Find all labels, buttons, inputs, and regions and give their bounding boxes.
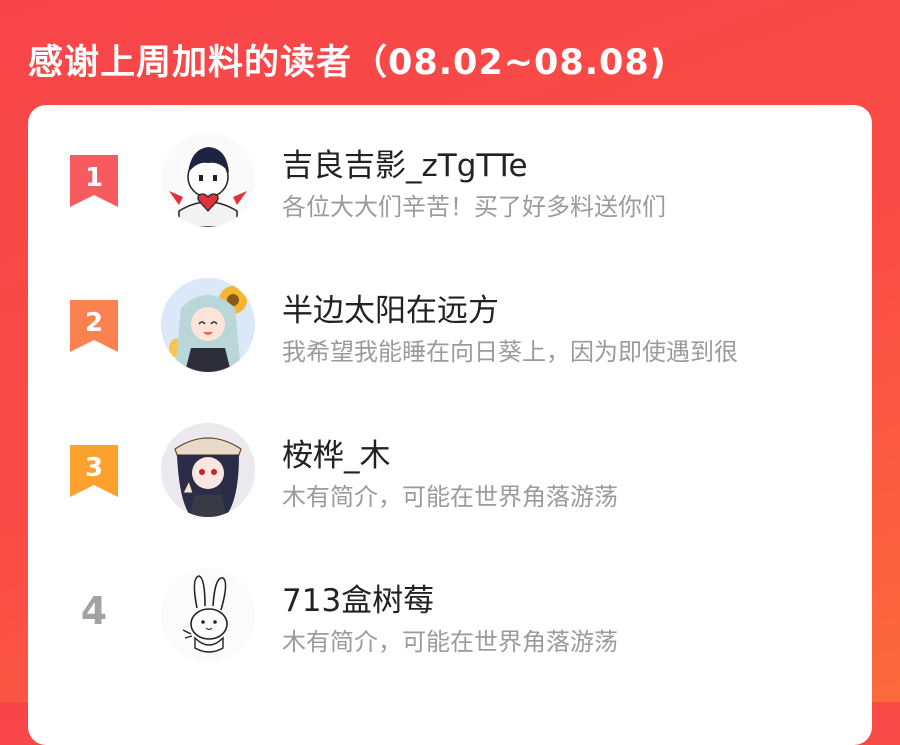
reader-description: 各位大大们辛苦！买了好多料送你们 [282, 193, 666, 221]
list-item[interactable]: 1 吉良吉影_zTgTTe 各位大大们辛苦！买了好多料送你们 [28, 105, 872, 227]
reader-name[interactable]: 713盒树莓 [282, 575, 434, 620]
reader-name[interactable]: 半边太阳在远方 [282, 285, 499, 330]
header-title: 感谢上周加料的读者（08.02~08.08) [28, 43, 667, 83]
avatar[interactable] [161, 568, 255, 662]
reader-description: 木有简介，可能在世界角落游荡 [282, 628, 618, 656]
avatar[interactable] [161, 278, 255, 372]
avatar[interactable] [161, 133, 255, 227]
avatar[interactable] [161, 423, 255, 517]
reader-description: 我希望我能睡在向日葵上，因为即使遇到很 [282, 338, 738, 366]
list-item[interactable]: 3 桉桦_木 木有简介，可能在世界角落游荡 [28, 395, 872, 517]
rank-number: 4 [80, 589, 108, 633]
reader-name[interactable]: 吉良吉影_zTgTTe [282, 140, 528, 185]
rank-number: 3 [84, 453, 104, 483]
list-item[interactable]: 4 713盒树莓 木有简介，可能在世界角落游荡 [28, 540, 872, 662]
rank-number: 1 [84, 163, 104, 193]
list-item[interactable]: 2 半边太阳在远方 我希望我能睡在向日葵上，因为即使遇到很 [28, 250, 872, 372]
reader-name[interactable]: 桉桦_木 [282, 430, 391, 475]
reader-ranking-list: 1 吉良吉影_zTgTTe 各位大大们辛苦！买了好多料送你们 2 半边太阳在远方… [28, 105, 872, 745]
reader-description: 木有简介，可能在世界角落游荡 [282, 483, 618, 511]
rank-number: 2 [84, 308, 104, 338]
